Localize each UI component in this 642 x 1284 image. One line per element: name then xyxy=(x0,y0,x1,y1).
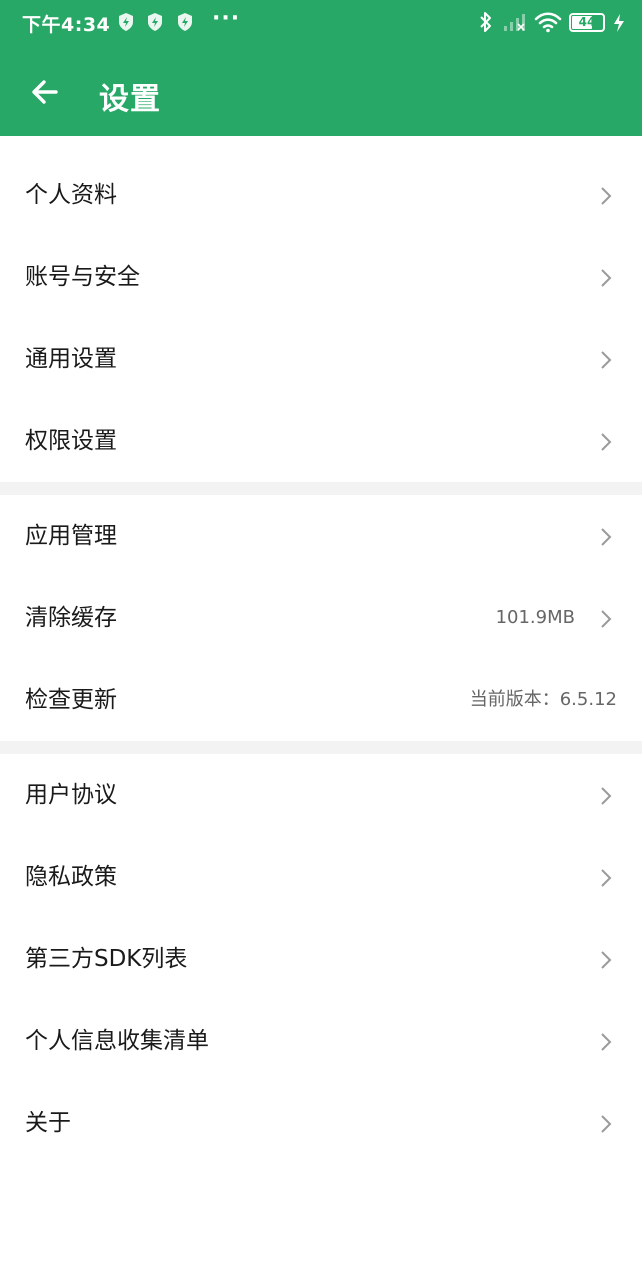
battery-level: 44 xyxy=(578,15,596,29)
list-item-label: 账号与安全 xyxy=(25,264,140,290)
status-bar: 下午4:34 ··· 44 xyxy=(0,0,642,46)
list-item-label: 用户协议 xyxy=(25,782,117,808)
list-item-label: 第三方SDK列表 xyxy=(25,946,188,972)
list-item-clear-cache[interactable]: 清除缓存 101.9MB xyxy=(0,577,642,659)
shield-notification-icon xyxy=(119,13,133,31)
chevron-right-icon xyxy=(601,610,612,628)
app-bar: 设置 xyxy=(0,46,642,136)
shield-notification-icon xyxy=(148,13,162,31)
list-item-about[interactable]: 关于 xyxy=(0,1082,642,1164)
list-item-third-party-sdk[interactable]: 第三方SDK列表 xyxy=(0,918,642,1000)
chevron-right-icon xyxy=(601,351,612,369)
list-item-label: 通用设置 xyxy=(25,346,117,372)
chevron-right-icon xyxy=(601,269,612,287)
chevron-right-icon xyxy=(601,528,612,546)
list-item-label: 清除缓存 xyxy=(25,605,117,631)
list-item-check-update[interactable]: 检查更新 当前版本：6.5.12 xyxy=(0,659,642,741)
list-item-account-security[interactable]: 账号与安全 xyxy=(0,236,642,318)
chevron-right-icon xyxy=(601,433,612,451)
list-item-app-management[interactable]: 应用管理 xyxy=(0,495,642,577)
settings-list: 个人资料 账号与安全 通用设置 权限设置 应用管理 清除缓存 101.9MB 检… xyxy=(0,136,642,1164)
shield-notification-icon xyxy=(178,13,192,31)
chevron-right-icon xyxy=(601,187,612,205)
wifi-icon xyxy=(534,12,562,33)
group-separator xyxy=(0,741,642,754)
more-notifications-icon: ··· xyxy=(212,6,241,31)
list-item-profile[interactable]: 个人资料 xyxy=(0,154,642,236)
list-item-privacy-policy[interactable]: 隐私政策 xyxy=(0,836,642,918)
cache-size-value: 101.9MB xyxy=(495,607,575,628)
version-value: 当前版本：6.5.12 xyxy=(469,689,617,710)
arrow-left-icon[interactable] xyxy=(24,70,68,114)
list-item-permission-settings[interactable]: 权限设置 xyxy=(0,400,642,482)
charging-icon xyxy=(614,14,624,32)
chevron-right-icon xyxy=(601,869,612,887)
list-item-label: 关于 xyxy=(25,1110,71,1136)
status-time: 下午4:34 xyxy=(22,14,111,36)
chevron-right-icon xyxy=(601,951,612,969)
list-item-label: 检查更新 xyxy=(25,687,117,713)
list-item-personal-info-list[interactable]: 个人信息收集清单 xyxy=(0,1000,642,1082)
list-item-label: 个人资料 xyxy=(25,182,117,208)
page-title: 设置 xyxy=(99,82,161,117)
bluetooth-icon xyxy=(480,12,491,32)
list-item-label: 权限设置 xyxy=(25,428,117,454)
list-item-label: 应用管理 xyxy=(25,523,117,549)
list-item-user-agreement[interactable]: 用户协议 xyxy=(0,754,642,836)
list-item-label: 隐私政策 xyxy=(25,864,117,890)
chevron-right-icon xyxy=(601,1033,612,1051)
signal-icon xyxy=(504,14,525,31)
chevron-right-icon xyxy=(601,787,612,805)
chevron-right-icon xyxy=(601,1115,612,1133)
group-separator xyxy=(0,482,642,495)
list-item-general-settings[interactable]: 通用设置 xyxy=(0,318,642,400)
list-item-label: 个人信息收集清单 xyxy=(25,1028,209,1054)
battery-icon: 44 xyxy=(569,13,605,32)
